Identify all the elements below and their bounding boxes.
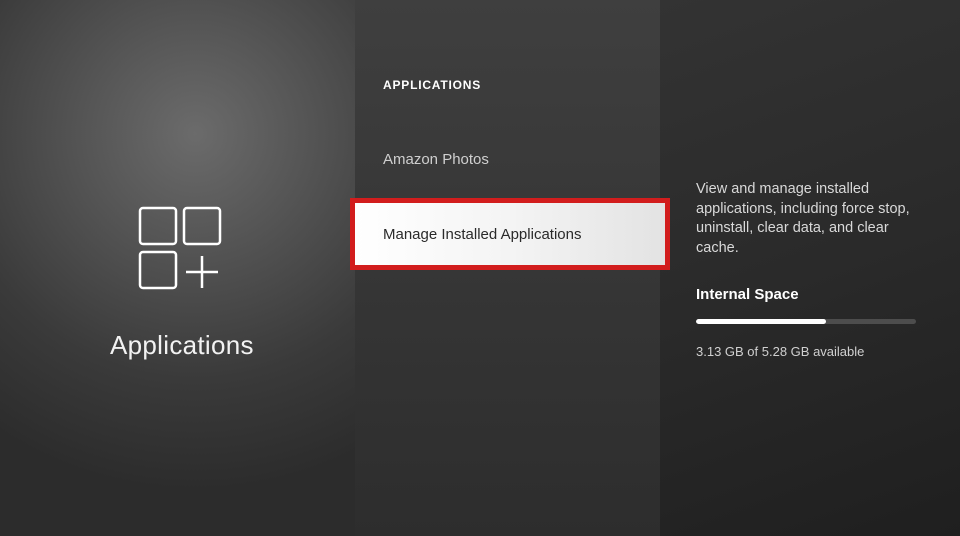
- left-panel: Applications: [0, 0, 355, 536]
- menu-item-amazon-photos[interactable]: Amazon Photos: [355, 140, 660, 178]
- internal-space-label: Internal Space: [696, 286, 920, 303]
- menu-item-selected-inner: Manage Installed Applications: [355, 203, 665, 265]
- detail-description: View and manage installed applications, …: [696, 180, 920, 258]
- storage-available-text: 3.13 GB of 5.28 GB available: [696, 344, 920, 359]
- menu-item-manage-installed-applications[interactable]: Manage Installed Applications: [350, 198, 670, 270]
- detail-panel: View and manage installed applications, …: [660, 0, 960, 536]
- storage-progress-fill: [696, 319, 826, 324]
- menu-item-label: Manage Installed Applications: [383, 226, 581, 243]
- app-root: Applications APPLICATIONS Amazon Photos …: [0, 0, 960, 536]
- menu-panel: APPLICATIONS Amazon Photos Manage Instal…: [355, 0, 660, 536]
- applications-icon: [132, 200, 232, 300]
- left-content: Applications: [110, 200, 254, 361]
- menu-header: APPLICATIONS: [355, 78, 660, 92]
- left-title: Applications: [110, 330, 254, 361]
- menu-item-label: Amazon Photos: [383, 151, 489, 168]
- storage-progress-bar: [696, 319, 916, 324]
